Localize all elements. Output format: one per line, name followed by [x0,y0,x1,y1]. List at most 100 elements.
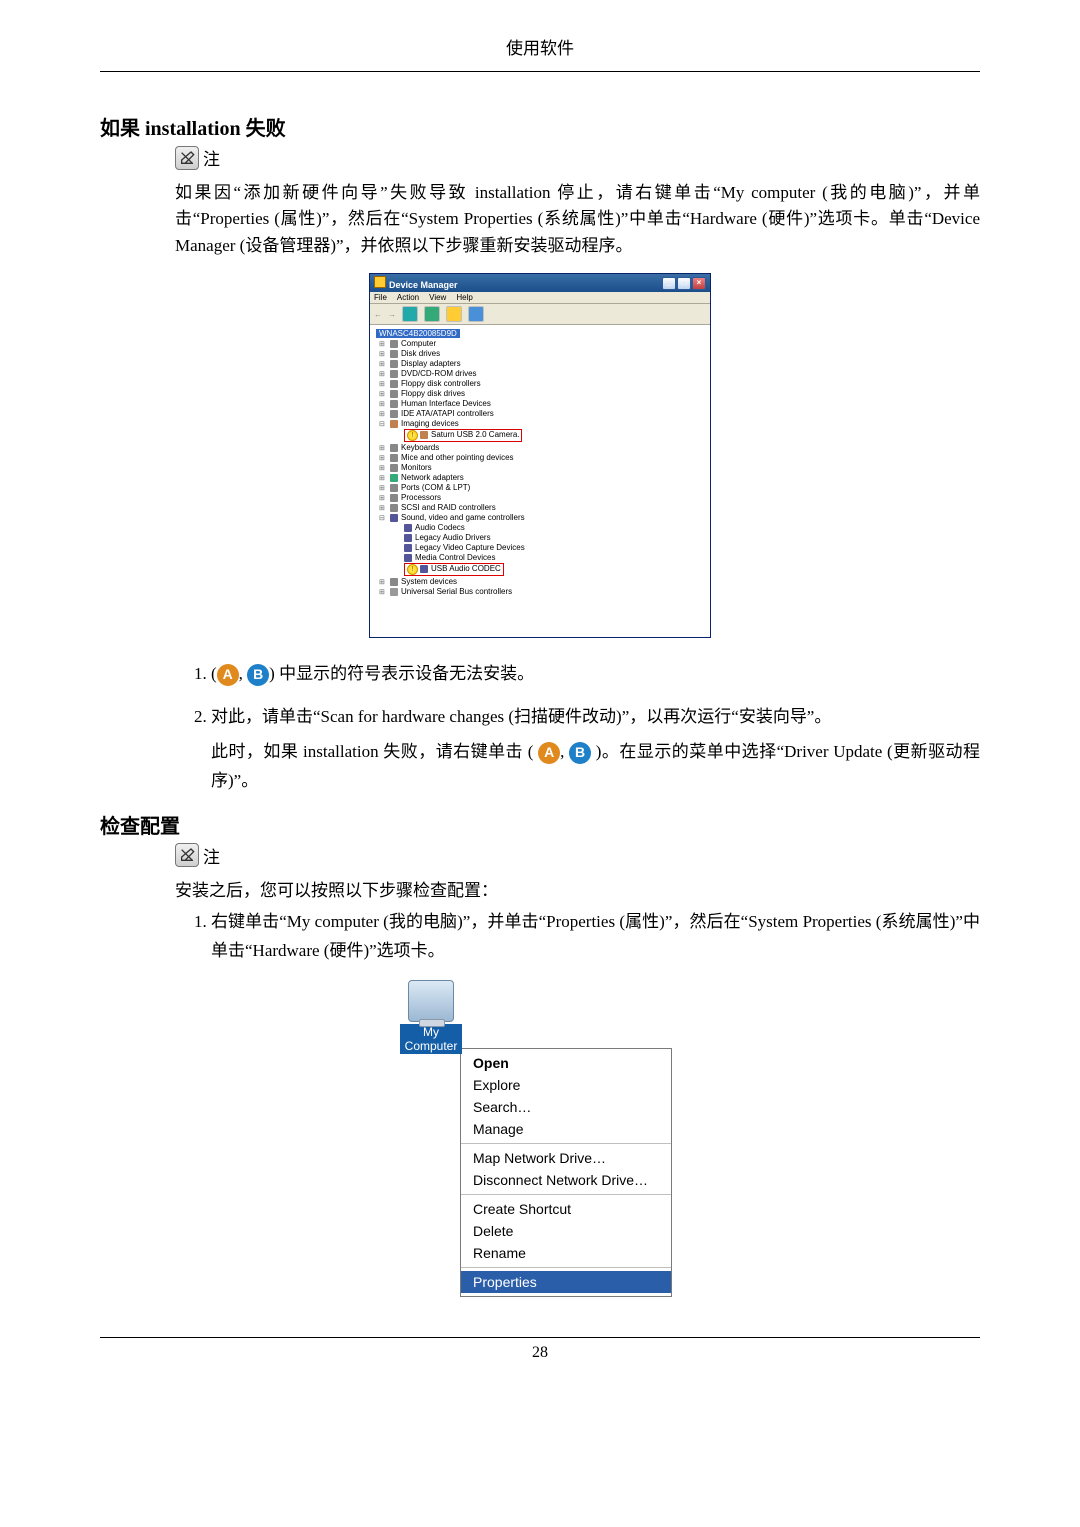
tree-node[interactable]: Disk drives [390,349,704,358]
context-menu-item-disconnect-drive[interactable]: Disconnect Network Drive… [461,1169,671,1191]
warning-icon [407,564,418,575]
section-install-fail-heading: 如果 installation 失败 [100,112,980,141]
tree-leaf-warning-a[interactable]: Saturn USB 2.0 Camera. [404,429,704,442]
note-icon [175,843,199,867]
context-menu-item-manage[interactable]: Manage [461,1118,671,1140]
warning-icon [407,430,418,441]
tree-node[interactable]: Monitors [390,463,704,472]
context-menu-group: Map Network Drive… Disconnect Network Dr… [461,1144,671,1195]
app-icon [374,276,386,288]
icon-label: My Computer [400,1024,462,1054]
toolbar-button[interactable] [468,306,484,322]
warning-box-b: USB Audio CODEC [404,563,504,576]
note-row: 注 [175,145,980,170]
tree-root[interactable]: WNASC4B20085D9D [376,329,460,338]
minimize-button[interactable]: _ [662,277,676,290]
tree-leaf[interactable]: Media Control Devices [404,553,704,562]
step2-line1: 对此，请单击“Scan for hardware changes (扫描硬件改动… [211,707,831,726]
steps-list-2: 右键单击“My computer (我的电脑)”，并单击“Properties … [175,908,980,966]
note-label: 注 [203,145,220,170]
sep: , [560,742,569,761]
badge-b-icon: B [247,664,269,686]
context-menu-item-properties[interactable]: Properties [461,1271,671,1293]
warning-box-a: Saturn USB 2.0 Camera. [404,429,522,442]
computer-icon [408,980,454,1022]
section1-paragraph: 如果因“添加新硬件向导”失败导致 installation 停止，请右键单击“M… [175,180,980,259]
tree-node[interactable]: Mice and other pointing devices [390,453,704,462]
step2-line2: 此时，如果 installation 失败，请右键单击 ( A, B )。在显示… [211,738,980,796]
context-menu: Open Explore Search… Manage Map Network … [460,1048,672,1297]
close-button[interactable]: × [692,277,706,290]
tree-node[interactable]: DVD/CD-ROM drives [390,369,704,378]
context-menu-item-open[interactable]: Open [461,1052,671,1074]
tree-node[interactable]: Floppy disk controllers [390,379,704,388]
badge-a-icon: A [217,664,239,686]
context-menu-item-create-shortcut[interactable]: Create Shortcut [461,1198,671,1220]
menu-file[interactable]: File [374,293,387,302]
context-menu-group: Open Explore Search… Manage [461,1049,671,1144]
tree-node[interactable]: Processors [390,493,704,502]
window-titlebar: Device Manager _ □ × [370,274,710,292]
note-label: 注 [203,843,220,868]
toolbar-button[interactable] [424,306,440,322]
context-menu-group: Create Shortcut Delete Rename [461,1195,671,1268]
context-menu-item-delete[interactable]: Delete [461,1220,671,1242]
toolbar: ← → [370,304,710,325]
menu-action[interactable]: Action [397,293,419,302]
page-header: 使用软件 [100,30,980,72]
steps-list: (A, B) 中显示的符号表示设备无法安装。 对此，请单击“Scan for h… [175,660,980,796]
tree-node[interactable]: SCSI and RAID controllers [390,503,704,512]
step2-line2-a: 此时，如果 installation 失败，请右键单击 ( [211,742,538,761]
context-menu-item-map-drive[interactable]: Map Network Drive… [461,1147,671,1169]
tree-node[interactable]: IDE ATA/ATAPI controllers [390,409,704,418]
heading-prefix: 如果 [100,118,145,140]
context-menu-item-search[interactable]: Search… [461,1096,671,1118]
device-manager-window: Device Manager _ □ × File Action View He… [369,273,711,638]
tree-leaf[interactable]: Audio Codecs [404,523,704,532]
step-check-1: 右键单击“My computer (我的电脑)”，并单击“Properties … [211,908,980,966]
figure-device-manager: Device Manager _ □ × File Action View He… [100,273,980,638]
context-menu-item-rename[interactable]: Rename [461,1242,671,1264]
tree-leaf-warning-b[interactable]: USB Audio CODEC [404,563,704,576]
tree-leaf[interactable]: Legacy Audio Drivers [404,533,704,542]
menu-help[interactable]: Help [456,293,472,302]
tree-node[interactable]: Ports (COM & LPT) [390,483,704,492]
tree-node[interactable]: Human Interface Devices [390,399,704,408]
my-computer-desktop-icon[interactable]: My Computer [400,980,462,1054]
step-2: 对此，请单击“Scan for hardware changes (扫描硬件改动… [211,703,980,796]
step1-suffix: ) 中显示的符号表示设备无法安装。 [269,664,534,683]
tree-node[interactable]: Network adapters [390,473,704,482]
note-row: 注 [175,843,980,868]
window-title: Device Manager [389,280,458,290]
section2-intro: 安装之后，您可以按照以下步骤检查配置： [175,878,980,904]
tree-node[interactable]: Display adapters [390,359,704,368]
page-footer: 28 [100,1337,980,1362]
page-header-title: 使用软件 [100,34,980,65]
heading-bold: installation [145,118,241,140]
section-check-config-heading: 检查配置 [100,810,980,839]
menu-bar: File Action View Help [370,292,710,304]
page-number: 28 [532,1344,548,1361]
toolbar-button[interactable] [402,306,418,322]
context-menu-group: Properties [461,1268,671,1296]
maximize-button[interactable]: □ [677,277,691,290]
step-1: (A, B) 中显示的符号表示设备无法安装。 [211,660,980,689]
heading-suffix: 失败 [241,118,286,140]
tree-node[interactable]: Floppy disk drives [390,389,704,398]
context-menu-item-explore[interactable]: Explore [461,1074,671,1096]
tree-node[interactable]: Keyboards [390,443,704,452]
tree-node[interactable]: Computer [390,339,704,348]
figure-context-menu: My Computer Open Explore Search… Manage … [100,980,980,1297]
tree-leaf[interactable]: Legacy Video Capture Devices [404,543,704,552]
toolbar-button[interactable] [446,306,462,322]
tree-node[interactable]: System devices [390,577,704,586]
note-icon [175,146,199,170]
badge-b-icon: B [569,742,591,764]
menu-view[interactable]: View [429,293,446,302]
tree-node[interactable]: Universal Serial Bus controllers [390,587,704,596]
step1-prefix: ( [211,664,217,683]
tree-node-imaging[interactable]: Imaging devices Saturn USB 2.0 Camera. [390,419,704,442]
badge-a-icon: A [538,742,560,764]
tree-node-sound[interactable]: Sound, video and game controllers Audio … [390,513,704,576]
device-tree: WNASC4B20085D9D Computer Disk drives Dis… [370,325,710,637]
